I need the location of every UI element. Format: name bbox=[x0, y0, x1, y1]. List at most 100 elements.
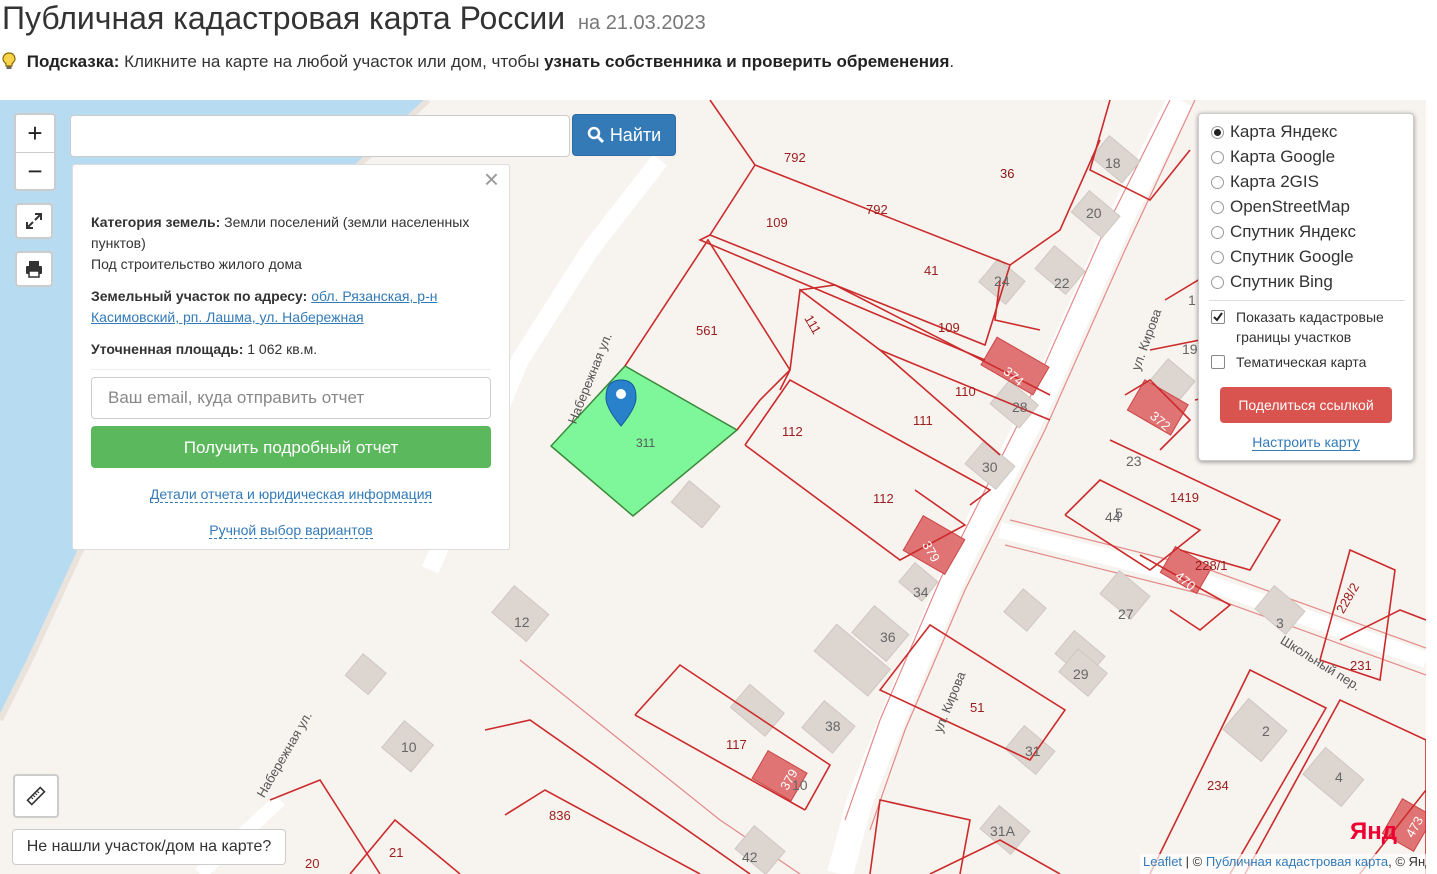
svg-text:109: 109 bbox=[766, 215, 788, 230]
svg-text:1419: 1419 bbox=[1170, 490, 1199, 505]
hint-end: . bbox=[949, 52, 955, 71]
svg-text:12: 12 bbox=[514, 614, 530, 630]
layer-option-osm[interactable]: OpenStreetMap bbox=[1211, 197, 1350, 217]
measure-button[interactable] bbox=[13, 774, 59, 818]
parcel-address: Земельный участок по адресу: обл. Рязанс… bbox=[91, 286, 491, 328]
svg-text:109: 109 bbox=[938, 320, 960, 335]
layer-option-google[interactable]: Карта Google bbox=[1211, 147, 1335, 167]
radio-icon bbox=[1211, 150, 1224, 164]
print-button[interactable] bbox=[15, 251, 53, 287]
layer-label: Спутник Google bbox=[1230, 247, 1354, 266]
checkbox-icon bbox=[1211, 310, 1225, 324]
svg-text:51: 51 bbox=[970, 700, 984, 715]
hint-label: Подсказка: bbox=[26, 52, 120, 71]
svg-text:5: 5 bbox=[1115, 505, 1123, 521]
svg-text:117: 117 bbox=[726, 737, 747, 752]
svg-text:836: 836 bbox=[549, 808, 571, 823]
svg-text:20: 20 bbox=[1086, 205, 1102, 221]
layer-label: OpenStreetMap bbox=[1230, 197, 1351, 216]
layer-label: Карта 2GIS bbox=[1230, 172, 1319, 191]
details-link[interactable]: Детали отчета и юридическая информация bbox=[149, 486, 433, 503]
share-link-button[interactable]: Поделиться ссылкой bbox=[1220, 387, 1392, 423]
search-button[interactable]: Найти bbox=[572, 114, 676, 156]
hint-text: Кликните на карте на любой участок или д… bbox=[119, 52, 545, 71]
svg-text:42: 42 bbox=[742, 849, 758, 865]
layer-option-yandex-satellite[interactable]: Спутник Яндекс bbox=[1211, 222, 1356, 242]
radio-icon bbox=[1211, 175, 1224, 189]
zoom-control: + − bbox=[14, 113, 56, 191]
svg-text:561: 561 bbox=[696, 323, 718, 338]
search-icon bbox=[587, 126, 604, 144]
svg-text:31: 31 bbox=[1025, 743, 1041, 759]
not-found-button[interactable]: Не нашли участок/дом на карте? bbox=[12, 829, 286, 865]
svg-text:36: 36 bbox=[880, 629, 896, 645]
land-usage: Под строительство жилого дома bbox=[91, 256, 302, 272]
layer-option-bing-satellite[interactable]: Спутник Bing bbox=[1211, 272, 1333, 292]
svg-text:ул. Кирова: ул. Кирова bbox=[930, 669, 968, 735]
svg-text:10: 10 bbox=[401, 739, 417, 755]
thematic-map-label: Тематическая карта bbox=[1236, 354, 1367, 370]
svg-text:18: 18 bbox=[1105, 155, 1121, 171]
lightbulb-icon bbox=[2, 52, 16, 69]
layer-label: Карта Google bbox=[1230, 147, 1336, 166]
print-icon bbox=[26, 261, 42, 278]
layer-option-2gis[interactable]: Карта 2GIS bbox=[1211, 172, 1319, 192]
layers-panel: Карта Яндекс Карта Google Карта 2GIS Ope… bbox=[1198, 113, 1414, 461]
radio-icon bbox=[1211, 250, 1224, 264]
zoom-out-button[interactable]: − bbox=[16, 153, 54, 190]
road bbox=[827, 100, 1192, 874]
thematic-map-checkbox[interactable]: Тематическая карта bbox=[1211, 352, 1406, 372]
layer-label: Карта Яндекс bbox=[1230, 122, 1338, 141]
svg-text:ул. Кирова: ул. Кирова bbox=[1128, 306, 1164, 372]
svg-text:228/1: 228/1 bbox=[1195, 558, 1228, 573]
svg-text:19: 19 bbox=[1182, 341, 1198, 357]
svg-text:30: 30 bbox=[982, 459, 998, 475]
details-link-wrap: Детали отчета и юридическая информация bbox=[73, 484, 509, 505]
parcel-info-popup: × Категория земель: Земли поселений (зем… bbox=[72, 164, 510, 550]
svg-text:21: 21 bbox=[389, 845, 403, 860]
svg-text:22: 22 bbox=[1054, 275, 1070, 291]
svg-text:112: 112 bbox=[782, 424, 803, 439]
fullscreen-icon bbox=[26, 213, 42, 229]
configure-map-link[interactable]: Настроить карту bbox=[1252, 434, 1360, 451]
svg-text:27: 27 bbox=[1118, 606, 1134, 622]
ruler-icon bbox=[26, 786, 46, 806]
title-date: на 21.03.2023 bbox=[577, 12, 706, 34]
yandex-logo: Янд bbox=[1350, 818, 1397, 845]
road-boundary bbox=[869, 100, 1196, 831]
fullscreen-button[interactable] bbox=[15, 203, 53, 239]
svg-text:4: 4 bbox=[1335, 769, 1343, 785]
layer-option-yandex[interactable]: Карта Яндекс bbox=[1211, 122, 1337, 142]
search-input[interactable] bbox=[70, 115, 570, 157]
manual-select-link[interactable]: Ручной выбор вариантов bbox=[209, 522, 373, 539]
svg-text:38: 38 bbox=[825, 718, 841, 734]
show-borders-checkbox[interactable]: Показать кадастровые границы участков bbox=[1211, 307, 1406, 347]
area-label: Уточненная площадь: bbox=[91, 341, 244, 357]
svg-text:29: 29 bbox=[1073, 666, 1089, 682]
title-text: Публичная кадастровая карта России bbox=[2, 0, 566, 36]
svg-text:2: 2 bbox=[1262, 723, 1270, 739]
email-field[interactable]: Ваш email, куда отправить отчет bbox=[91, 377, 491, 419]
pkk-link[interactable]: Публичная кадастровая карта bbox=[1206, 854, 1388, 869]
zoom-in-button[interactable]: + bbox=[16, 115, 54, 153]
settings-link-wrap: Настроить карту bbox=[1199, 434, 1413, 451]
show-borders-label: Показать кадастровые границы участков bbox=[1236, 309, 1384, 345]
hint-line: Подсказка: Кликните на карте на любой уч… bbox=[2, 52, 954, 72]
search-button-label: Найти bbox=[609, 124, 662, 145]
parcel-area: Уточненная площадь: 1 062 кв.м. bbox=[91, 339, 491, 360]
svg-text:792: 792 bbox=[866, 202, 888, 217]
layer-label: Спутник Bing bbox=[1230, 272, 1333, 291]
svg-text:111: 111 bbox=[801, 312, 824, 337]
close-icon[interactable]: × bbox=[484, 166, 499, 192]
leaflet-link[interactable]: Leaflet bbox=[1143, 854, 1182, 869]
svg-text:311: 311 bbox=[636, 436, 655, 450]
cadastral-map[interactable]: 792 36 109 792 41 561 111 109 110 111 11… bbox=[0, 100, 1426, 874]
radio-icon bbox=[1211, 125, 1224, 139]
layer-label: Спутник Яндекс bbox=[1230, 222, 1356, 241]
get-report-button[interactable]: Получить подробный отчет bbox=[91, 426, 491, 468]
layer-option-google-satellite[interactable]: Спутник Google bbox=[1211, 247, 1354, 267]
radio-icon bbox=[1211, 200, 1224, 214]
svg-text:112: 112 bbox=[873, 491, 894, 506]
svg-text:28: 28 bbox=[1012, 399, 1028, 415]
page-title: Публичная кадастровая карта России на 21… bbox=[2, 0, 706, 37]
